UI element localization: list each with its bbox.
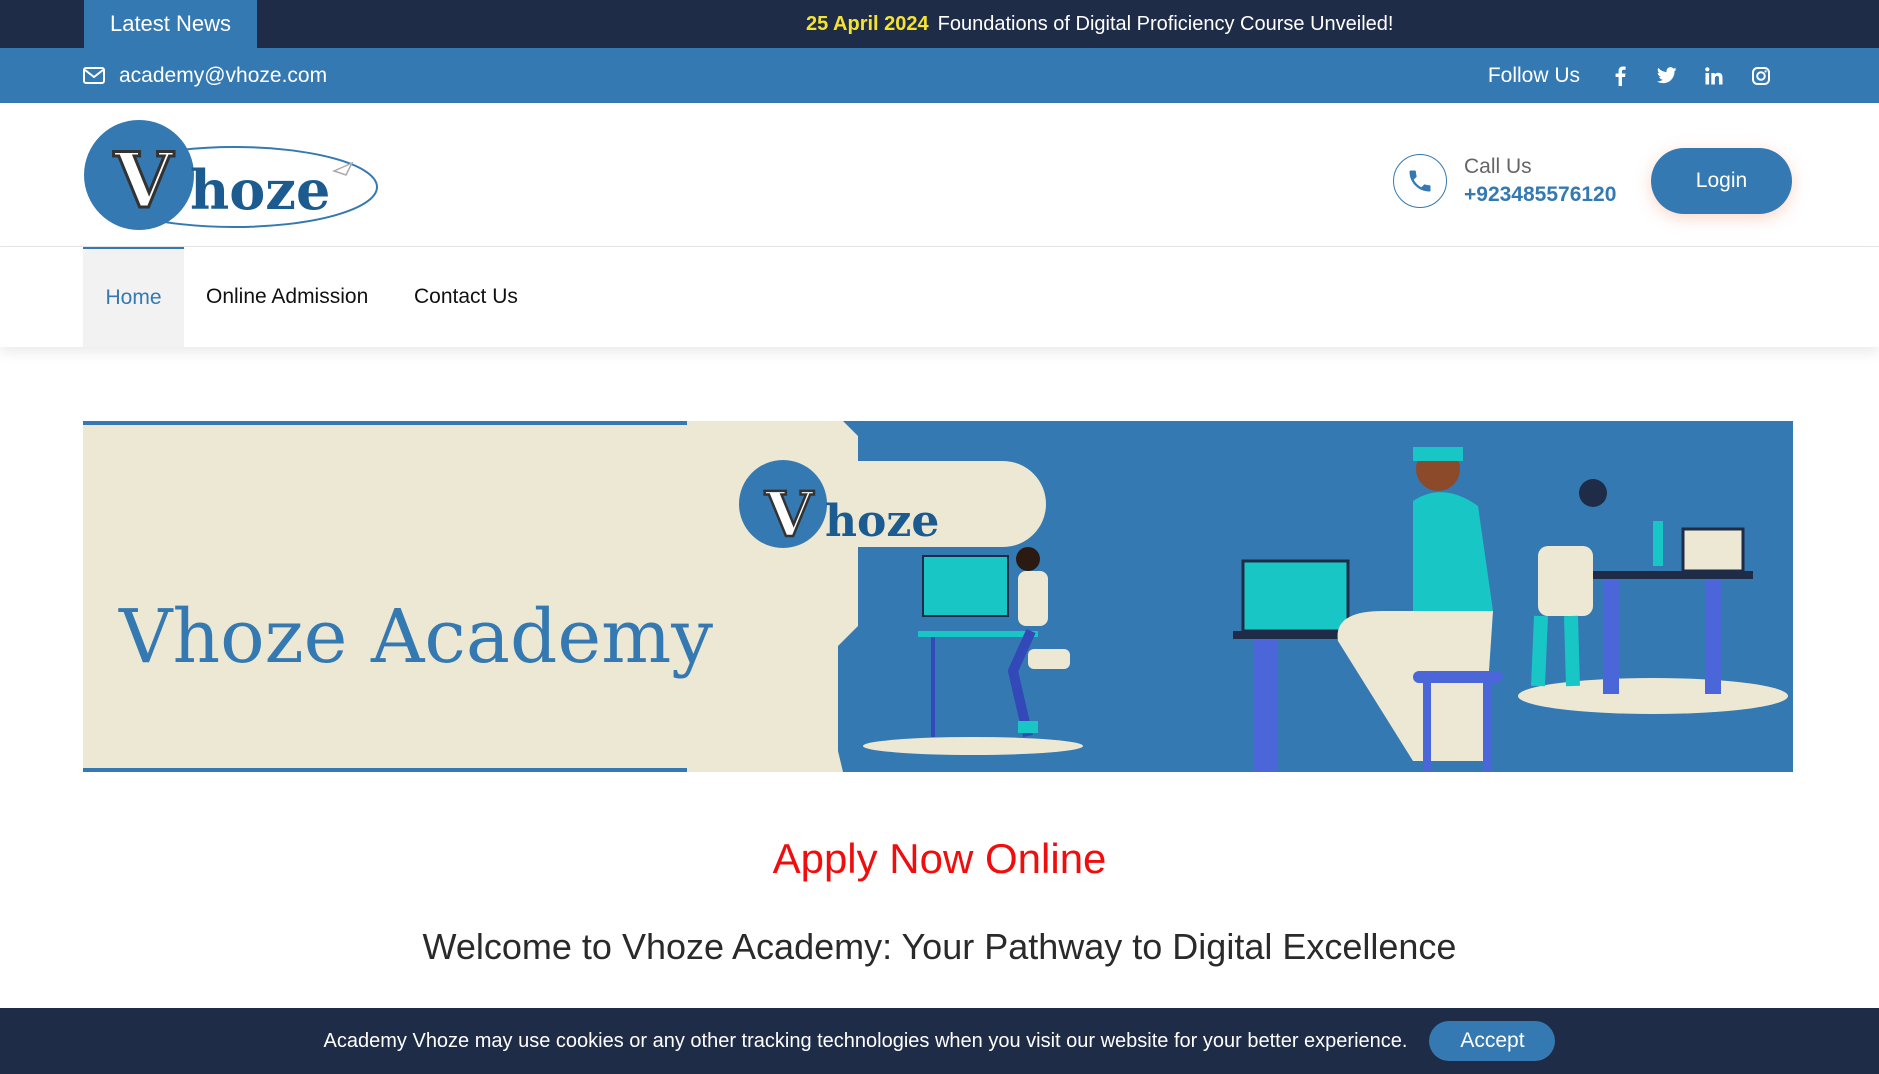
follow-us-label: Follow Us [1487, 63, 1580, 87]
call-us-label: Call Us [1464, 155, 1532, 178]
nav-item-online-admission[interactable]: Online Admission [206, 247, 368, 347]
social-links: Follow Us [1488, 48, 1784, 103]
cookie-consent-bar: Academy Vhoze may use cookies or any oth… [0, 1008, 1879, 1074]
site-header: V hoze Call Us +923485576120 Login [0, 103, 1879, 247]
main-nav: Home Online Admission Contact Us [0, 247, 1879, 347]
svg-text:hoze: hoze [825, 496, 939, 547]
linkedin-icon[interactable] [1690, 48, 1737, 103]
nav-item-home[interactable]: Home [83, 247, 184, 347]
hero-banner: V hoze Vhoze Academy [83, 421, 1793, 772]
svg-text:hoze: hoze [190, 158, 330, 222]
news-date: 25 April 2024 [806, 12, 929, 35]
latest-news-label: Latest News [84, 0, 257, 48]
banner-illustration: V hoze Vhoze Academy [83, 421, 1793, 772]
svg-text:V: V [764, 478, 814, 551]
accept-cookies-button[interactable]: Accept [1429, 1021, 1556, 1061]
banner-title: Vhoze Academy [118, 594, 713, 680]
phone-number[interactable]: +923485576120 [1464, 181, 1616, 209]
email-text[interactable]: academy@vhoze.com [119, 64, 327, 88]
vhoze-logo[interactable]: V hoze [84, 119, 380, 231]
phone-icon [1393, 154, 1447, 208]
cookie-message: Academy Vhoze may use cookies or any oth… [323, 1029, 1408, 1052]
login-button[interactable]: Login [1651, 148, 1792, 214]
call-us[interactable]: Call Us +923485576120 [1393, 153, 1616, 209]
contact-bar: academy@vhoze.com Follow Us [0, 48, 1879, 103]
instagram-icon[interactable] [1737, 48, 1784, 103]
news-headline[interactable]: Foundations of Digital Proficiency Cours… [938, 13, 1394, 36]
envelope-icon [83, 67, 105, 84]
nav-item-contact-us[interactable]: Contact Us [414, 247, 518, 347]
news-ticker: Latest News 25 April 2024 Foundations of… [0, 0, 1879, 48]
svg-text:V: V [113, 136, 175, 225]
apply-now-heading[interactable]: Apply Now Online [0, 835, 1879, 883]
facebook-icon[interactable] [1596, 48, 1643, 103]
email-link[interactable]: academy@vhoze.com [83, 48, 327, 103]
twitter-icon[interactable] [1643, 48, 1690, 103]
news-item[interactable]: 25 April 2024 Foundations of Digital Pro… [806, 0, 1393, 48]
welcome-heading: Welcome to Vhoze Academy: Your Pathway t… [422, 926, 1457, 967]
